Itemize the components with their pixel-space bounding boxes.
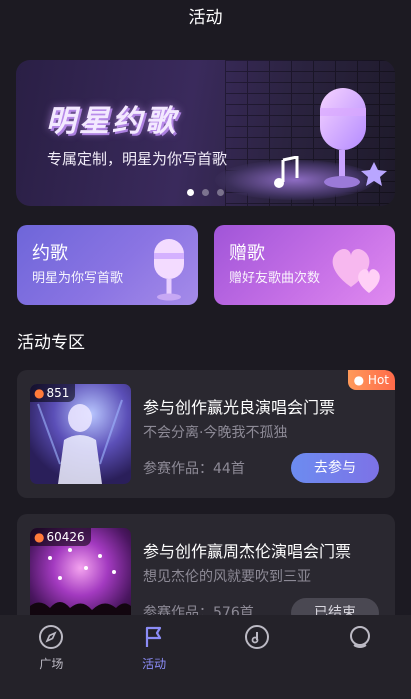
microphone-icon [312, 82, 392, 206]
carousel-indicator [16, 189, 395, 196]
activity-thumbnail: ● 851 [30, 384, 131, 484]
activity-title: 参与创作赢光良演唱会门票 [143, 398, 336, 417]
card-title: 赠歌 [229, 243, 265, 264]
heat-count-value: 60426 [46, 530, 85, 544]
activity-thumbnail: ● 60426 [30, 528, 131, 628]
flag-icon [146, 626, 162, 647]
card-title: 约歌 [32, 243, 68, 264]
fire-icon: ● [34, 386, 45, 400]
carousel-dot[interactable] [202, 189, 209, 196]
microphone-icon [148, 237, 192, 305]
heat-count: ● 851 [30, 384, 76, 402]
activity-title: 参与创作赢周杰伦演唱会门票 [143, 542, 352, 561]
hot-badge-label: Hot [367, 373, 389, 387]
carousel-dot[interactable] [187, 189, 194, 196]
music-note-icon [274, 156, 299, 188]
heat-count: ● 60426 [30, 528, 91, 546]
hot-badge: ● Hot [347, 370, 395, 390]
page-header: 活动 [0, 0, 411, 40]
tab-label: 广场 [39, 657, 64, 671]
fire-icon: ● [353, 373, 365, 387]
hearts-icon [327, 237, 389, 301]
heat-count-value: 851 [46, 386, 70, 400]
activity-subtitle: 想见杰伦的风就要吹到三亚 [143, 569, 311, 585]
tab-label: 活动 [142, 657, 167, 671]
tab-activity[interactable]: 活动 [103, 615, 206, 699]
tab-profile[interactable] [308, 615, 411, 699]
tab-music[interactable] [206, 615, 309, 699]
section-title: 活动专区 [17, 333, 85, 353]
tab-square[interactable]: 广场 [0, 615, 103, 699]
banner-title: 明星约歌 [46, 104, 178, 139]
card-gift-song[interactable]: 赠歌 赠好友歌曲次数 [214, 225, 395, 305]
carousel-dot[interactable] [217, 189, 224, 196]
profile-icon [349, 626, 370, 648]
activity-subtitle: 不会分离·今晚我不孤独 [143, 425, 288, 441]
card-subtitle: 明星为你写首歌 [32, 271, 124, 286]
join-button[interactable]: 去参与 [291, 453, 379, 483]
activity-works-count: 参赛作品：44首 [143, 461, 245, 477]
card-subtitle: 赠好友歌曲次数 [229, 271, 321, 286]
banner-carousel[interactable]: 明星约歌 专属定制，明星为你写首歌 [16, 60, 395, 206]
fire-icon: ● [34, 530, 45, 544]
card-song-request[interactable]: 约歌 明星为你写首歌 [17, 225, 198, 305]
compass-icon [39, 625, 64, 649]
banner-subtitle: 专属定制，明星为你写首歌 [47, 150, 228, 168]
bottom-tab-bar: 广场 活动 [0, 615, 411, 699]
page-title: 活动 [188, 8, 223, 28]
music-disc-icon [244, 625, 269, 649]
activity-item[interactable]: ● 851 ● Hot 参与创作赢光良演唱会门票 不会分离·今晚我不孤独 参赛作… [17, 370, 395, 498]
